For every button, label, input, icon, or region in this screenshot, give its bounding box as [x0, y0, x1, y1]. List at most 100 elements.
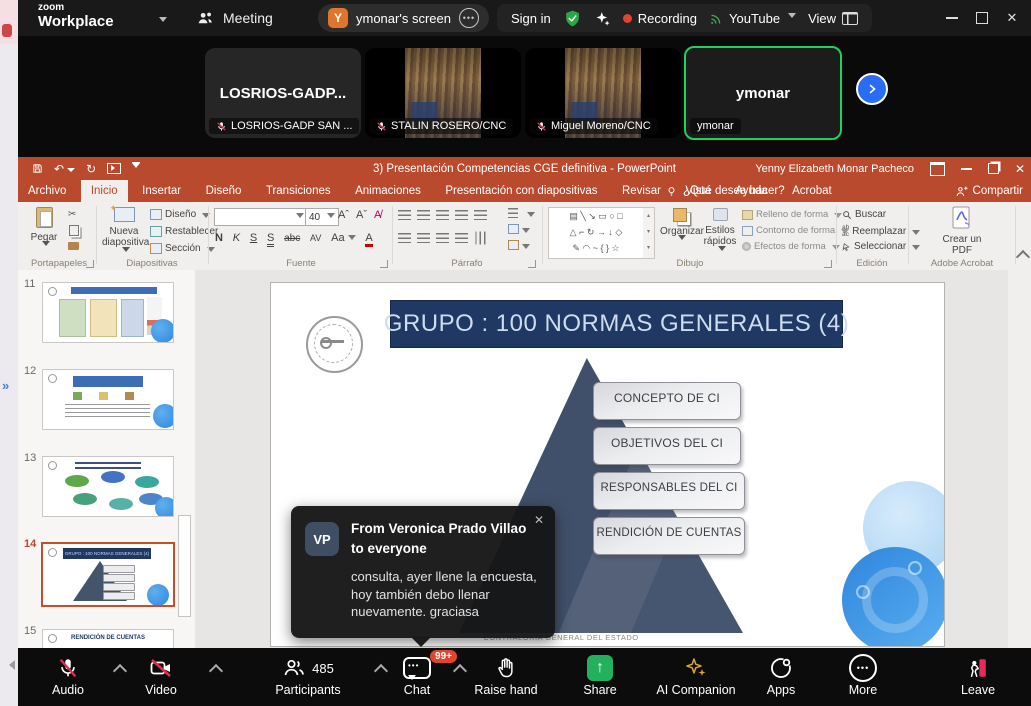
screen-share-pill[interactable]: Y ymonar's screen ••• — [318, 4, 489, 32]
undo-icon[interactable]: ↶ — [54, 162, 75, 176]
leave-button[interactable]: Leave — [948, 655, 1008, 701]
bold-button[interactable]: N — [215, 232, 223, 244]
paste-button[interactable]: Pegar — [28, 207, 60, 256]
apps-button[interactable]: Apps — [751, 655, 811, 701]
clear-formatting-icon[interactable]: A̸ — [374, 209, 381, 221]
tab-animaciones[interactable]: Animaciones — [345, 180, 431, 202]
close-button[interactable]: ✕ — [997, 0, 1027, 36]
raise-hand-button[interactable]: Raise hand — [466, 655, 546, 701]
shape-effects-button[interactable]: Efectos de forma — [742, 241, 840, 252]
shape-outline-button[interactable]: Contorno de forma — [742, 225, 849, 236]
minimize-button[interactable] — [937, 0, 967, 36]
double-underline-button[interactable]: S — [267, 232, 274, 247]
font-dialog-launcher[interactable] — [380, 260, 388, 268]
align-right-icon[interactable] — [436, 233, 449, 243]
shape-fill-button[interactable]: Relleno de forma — [742, 209, 842, 220]
align-left-icon[interactable] — [398, 233, 411, 243]
ppt-minimize-icon[interactable] — [961, 168, 972, 170]
quick-styles-button[interactable]: Estilos rápidos — [700, 208, 740, 260]
shrink-font-icon[interactable]: Aˇ — [356, 209, 367, 221]
sign-in-button[interactable]: Sign in — [511, 11, 551, 26]
format-painter-icon[interactable] — [68, 242, 79, 250]
view-menu[interactable]: View — [808, 11, 858, 26]
tab-transiciones[interactable]: Transiciones — [256, 180, 341, 202]
active-speaker-tile[interactable]: ymonar ymonar — [684, 46, 842, 140]
collapse-ribbon-icon[interactable] — [1016, 250, 1030, 264]
share-options-ellipsis-icon[interactable]: ••• — [459, 8, 479, 28]
section-button[interactable]: Sección — [150, 243, 215, 254]
participants-options-chevron[interactable] — [374, 664, 388, 678]
slide-thumbnail-14-selected[interactable]: GRUPO : 100 NORMAS GENERALES (4) — [41, 542, 175, 607]
font-size-combobox[interactable]: 40 — [305, 208, 339, 226]
participant-tile[interactable]: LOSRIOS-GADP... LOSRIOS-GADP SAN ... — [205, 48, 361, 138]
shape-gallery-scroll[interactable]: ▴▾▾ — [643, 207, 655, 259]
workspace-chevron-down-icon[interactable] — [159, 17, 167, 26]
audio-options-chevron[interactable] — [113, 664, 127, 678]
columns-icon[interactable] — [476, 232, 486, 245]
tab-acrobat[interactable]: Acrobat — [782, 180, 842, 202]
thumbnail-scrollbar-thumb[interactable] — [178, 515, 191, 617]
copy-icon[interactable] — [69, 225, 79, 236]
find-button[interactable]: Buscar — [842, 209, 886, 220]
tell-me-search[interactable]: ¿Qué desea hacer? — [666, 180, 785, 202]
start-slideshow-icon[interactable] — [107, 163, 121, 174]
more-button[interactable]: ••• More — [833, 655, 893, 701]
justify-icon[interactable] — [455, 233, 468, 243]
align-center-icon[interactable] — [417, 233, 430, 243]
new-slide-button[interactable]: ✦ Nueva diapositiva — [102, 207, 146, 261]
video-button[interactable]: Video — [131, 655, 191, 701]
chat-options-chevron[interactable] — [453, 664, 467, 678]
tab-revisar[interactable]: Revisar — [612, 180, 671, 202]
compartir-button[interactable]: Compartir — [955, 180, 1023, 202]
font-color-button[interactable]: A — [365, 232, 372, 247]
expand-chevrons-icon[interactable]: » — [2, 378, 9, 393]
clipboard-dialog-launcher[interactable] — [86, 260, 94, 268]
pyramid-item-box[interactable]: CONCEPTO DE CI — [593, 382, 741, 420]
zoom-workplace-logo[interactable]: zoom Workplace — [38, 3, 114, 29]
share-button[interactable]: ↑ Share — [570, 655, 630, 701]
bullets-icon[interactable] — [398, 210, 411, 220]
smartart-convert-icon[interactable] — [508, 240, 530, 253]
drawing-dialog-launcher[interactable] — [824, 260, 832, 268]
chat-notification-popup[interactable]: ✕ VP From Veronica Prado Villao to every… — [291, 506, 555, 638]
chat-button[interactable]: ••• 99+ Chat — [389, 655, 445, 701]
participants-button[interactable]: 485 Participants — [263, 655, 353, 701]
arrange-button[interactable]: Organizar — [660, 208, 700, 250]
ribbon-display-options-icon[interactable] — [930, 162, 945, 176]
maximize-button[interactable] — [967, 0, 997, 36]
save-icon[interactable] — [32, 163, 43, 174]
ai-sparkle-icon[interactable] — [594, 10, 611, 27]
redo-icon[interactable]: ↻ — [86, 162, 96, 176]
underline-button[interactable]: S — [250, 232, 257, 244]
change-case-button[interactable]: Aa — [331, 232, 355, 244]
font-name-combobox[interactable] — [214, 208, 308, 226]
pyramid-item-box[interactable]: RESPONSABLES DEL CI — [593, 472, 745, 510]
decrease-indent-icon[interactable] — [436, 210, 449, 220]
italic-button[interactable]: K — [233, 232, 240, 244]
tab-insertar[interactable]: Insertar — [132, 180, 191, 202]
ppt-close-icon[interactable]: ✕ — [1015, 162, 1025, 176]
customize-qat-icon[interactable] — [132, 162, 140, 175]
collapsed-arrow-icon[interactable] — [4, 660, 15, 670]
youtube-live-menu[interactable]: YouTube — [709, 11, 796, 26]
create-pdf-button[interactable]: Crear un PDF — [938, 206, 986, 257]
design-button[interactable]: Diseño — [150, 209, 210, 220]
recording-indicator[interactable]: Recording — [623, 11, 697, 26]
slide-thumbnail-12[interactable] — [42, 369, 174, 430]
ppt-restore-icon[interactable] — [988, 163, 999, 174]
slide-thumbnail-11[interactable] — [42, 282, 174, 343]
slide-thumbnail-15[interactable]: RENDICIÓN DE CUENTAS — [42, 629, 174, 648]
pyramid-item-box[interactable]: OBJETIVOS DEL CI — [593, 427, 741, 465]
slide-thumbnail-13[interactable] — [42, 456, 174, 517]
tab-inicio[interactable]: Inicio — [81, 180, 128, 202]
meeting-tab[interactable]: Meeting — [196, 0, 273, 36]
participant-tile[interactable]: STALIN ROSERO/CNC — [365, 48, 521, 138]
security-shield-icon[interactable] — [563, 9, 582, 28]
slide-title-bar[interactable]: GRUPO : 100 NORMAS GENERALES (4) — [391, 301, 842, 347]
increase-indent-icon[interactable] — [455, 210, 468, 220]
tab-diseno[interactable]: Diseño — [196, 180, 252, 202]
grow-font-icon[interactable]: Aˆ — [338, 209, 349, 221]
ai-companion-button[interactable]: AI Companion — [646, 655, 746, 701]
line-spacing-icon[interactable] — [474, 210, 487, 220]
participant-tile[interactable]: Miguel Moreno/CNC — [525, 48, 681, 138]
